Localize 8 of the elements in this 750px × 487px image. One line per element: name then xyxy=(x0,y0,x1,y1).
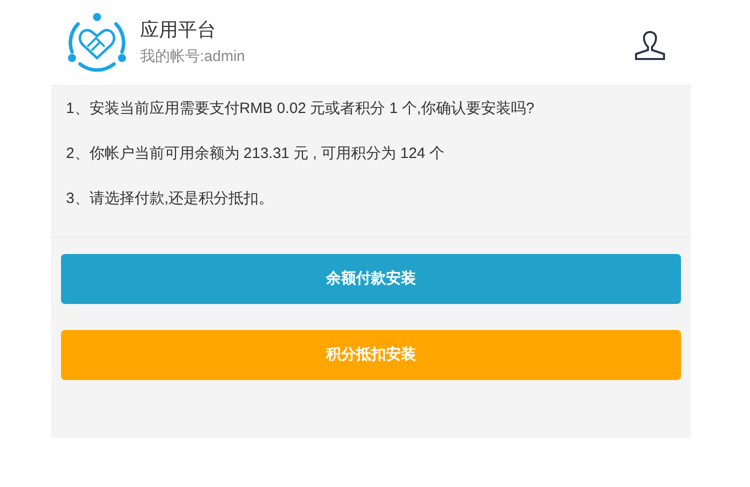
app-title: 应用平台 xyxy=(140,18,217,42)
notice-text: 2、你帐户当前可用余额为 213.31 元 , 可用积分为 124 个 xyxy=(66,144,446,164)
notice-text: 1、安装当前应用需要支付RMB 0.02 元或者积分 1 个,你确认要安装吗? xyxy=(66,99,536,119)
install-button[interactable]: 余额付款安装 xyxy=(61,254,681,304)
logo-icon xyxy=(66,12,128,74)
account-label: 我的帐号:admin xyxy=(140,46,246,66)
notice-text: 3、请选择付款,还是积分抵扣。 xyxy=(66,189,275,209)
install-button[interactable]: 积分抵扣安装 xyxy=(61,330,681,380)
